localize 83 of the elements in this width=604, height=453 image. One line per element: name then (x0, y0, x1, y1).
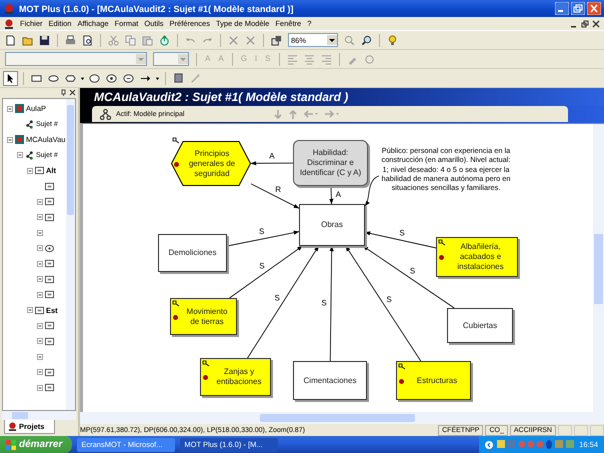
status-field (590, 424, 604, 436)
collapse-icon[interactable] (17, 152, 23, 158)
node-label: Demoliciones (168, 248, 217, 258)
collapse-icon[interactable] (37, 384, 43, 391)
link-symbol-icon (398, 363, 406, 370)
caret-icon (327, 35, 337, 45)
status-field (558, 424, 572, 436)
collapse-icon[interactable] (37, 369, 43, 376)
link-label: S (410, 266, 416, 276)
node-label: Zanjas y entibaciones (216, 367, 262, 387)
link-label: A (269, 151, 275, 160)
font-dropdown[interactable] (5, 52, 147, 66)
collapse-icon[interactable] (37, 322, 43, 329)
restore-icon[interactable] (581, 20, 589, 28)
link-label: S (258, 227, 264, 236)
link-symbol-icon (172, 300, 180, 307)
tray-icons-drawing[interactable] (497, 440, 576, 449)
collapse-icon[interactable] (7, 106, 13, 112)
project-icon (15, 104, 24, 114)
minimize-icon[interactable] (555, 2, 569, 15)
collapse-icon[interactable] (27, 168, 33, 174)
close-icon[interactable] (592, 20, 600, 28)
scrollbar[interactable] (2, 411, 76, 420)
collapse-icon[interactable] (37, 260, 43, 267)
collapse-icon[interactable] (7, 136, 13, 143)
oval-icon (45, 244, 54, 253)
link-arrow (329, 186, 334, 204)
link-label: S (321, 298, 327, 308)
app-logo-icon (8, 422, 17, 431)
link-symbol-icon (172, 137, 180, 144)
windows-logo-icon (6, 440, 16, 450)
link-label: A (336, 190, 341, 199)
restore-icon[interactable] (571, 2, 585, 15)
scrollbar[interactable] (80, 412, 604, 424)
marker-dot (173, 314, 178, 320)
collapse-icon[interactable] (37, 354, 43, 360)
pin-icon[interactable] (61, 89, 67, 96)
node-label: Movimiento de tierras (186, 306, 228, 326)
link-arrow (250, 183, 300, 209)
scrollbar[interactable] (66, 99, 75, 410)
collapse-icon[interactable] (37, 276, 43, 282)
pointer-icon[interactable] (3, 70, 18, 86)
link-label: S (274, 293, 280, 302)
collapse-icon[interactable] (37, 338, 43, 344)
node-label: Habilidad: Discriminar e Identificar (C y A) (298, 148, 362, 178)
scrollbar[interactable] (593, 124, 604, 412)
caret-icon (136, 54, 146, 64)
link-label: S (259, 261, 265, 270)
document-logo-icon (4, 18, 14, 28)
marker-dot (174, 162, 179, 166)
link-label: R (275, 184, 282, 194)
link-label: S (399, 228, 405, 238)
link-symbol-icon (202, 360, 210, 367)
node-label: Obras (321, 220, 343, 230)
collapse-icon[interactable] (37, 230, 43, 236)
hierarchy-icon (25, 150, 34, 160)
status-field (574, 424, 588, 436)
hierarchy-icon[interactable] (100, 108, 111, 120)
document-title: MCAulaVaudit2 : Sujet #1( Modèle standard ) (94, 90, 348, 104)
collapse-icon[interactable] (37, 214, 43, 220)
marker-dot (203, 375, 208, 380)
node-label: Cubiertas (462, 320, 498, 330)
caret-icon (178, 54, 188, 64)
collapse-icon[interactable] (27, 307, 33, 314)
node-label: Estructuras (416, 376, 458, 386)
project-icon (15, 135, 24, 144)
node-label: Cimentaciones (304, 376, 356, 386)
app-logo-icon (3, 2, 15, 14)
marker-dot (439, 255, 444, 260)
note-connector-line (364, 176, 380, 206)
node-label: Albañilería, acabados e instalaciones (456, 242, 505, 272)
chevron-icon[interactable] (485, 440, 494, 448)
collapse-icon[interactable] (37, 198, 43, 205)
node-label: Principios generales de seguridad (188, 148, 236, 178)
window-title: MOT Plus (1.6.0) - [MCAulaVaudit2 : Sujet #1( Modèle standard )] (19, 4, 295, 14)
marker-dot (399, 378, 404, 384)
link-symbol-icon (438, 239, 446, 246)
font-size-dropdown[interactable] (153, 52, 189, 66)
link-label: S (386, 294, 392, 304)
collapse-icon[interactable] (37, 292, 43, 298)
collapse-icon[interactable] (37, 245, 43, 252)
close-icon[interactable] (69, 89, 76, 96)
hierarchy-icon (25, 120, 34, 129)
